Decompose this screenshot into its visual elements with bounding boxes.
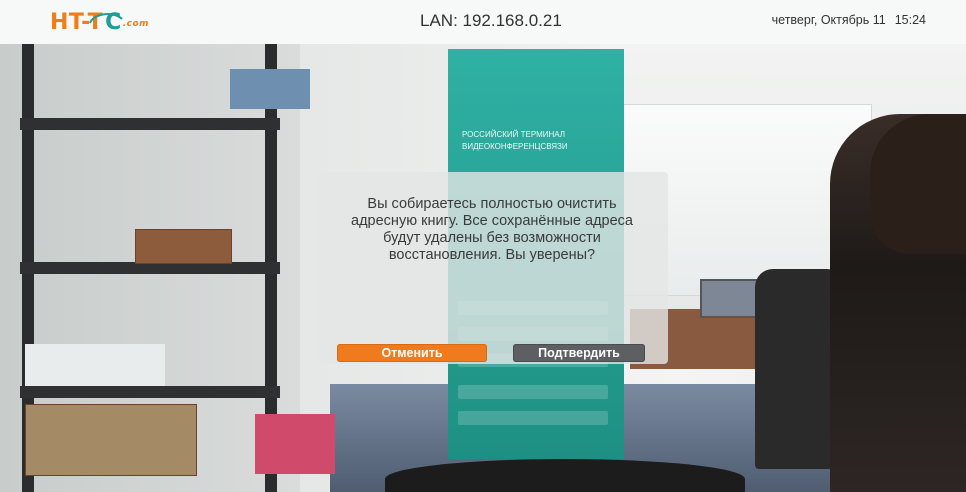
date-label: четверг, Октябрь 11 (771, 13, 886, 27)
shelf-plank (20, 118, 280, 130)
banner-row (458, 411, 608, 425)
shelf-items (230, 69, 310, 109)
logo-suffix: .com (122, 19, 150, 29)
person-hair (870, 114, 966, 254)
banner-title: РОССИЙСКИЙ ТЕРМИНАЛ ВИДЕОКОНФЕРЕНЦСВЯЗИ (462, 130, 568, 151)
dialog-message: Вы собираетесь полностью очистить адресн… (351, 196, 633, 263)
time-label: 15:24 (894, 13, 926, 27)
confirm-dialog: Вы собираетесь полностью очистить адресн… (316, 172, 668, 364)
pink-gift-box (255, 414, 335, 474)
lan-address: LAN: 192.168.0.21 (420, 11, 562, 30)
cancel-button[interactable]: Отменить (337, 344, 487, 362)
banner-row (458, 385, 608, 399)
foreground-chair (385, 459, 745, 492)
shelf-plank (20, 386, 280, 398)
brand-logo: HT-T C .com (50, 6, 149, 38)
logo-swoosh-icon (89, 13, 123, 24)
shelf-box (25, 404, 197, 476)
shelf-device (25, 344, 165, 386)
shelf-box (135, 229, 232, 264)
date-time: четверг, Октябрь 11 15:24 (772, 13, 926, 27)
status-bar: HT-T C .com LAN: 192.168.0.21 четверг, Окт… (0, 0, 966, 45)
confirm-button[interactable]: Подтвердить (513, 344, 645, 362)
